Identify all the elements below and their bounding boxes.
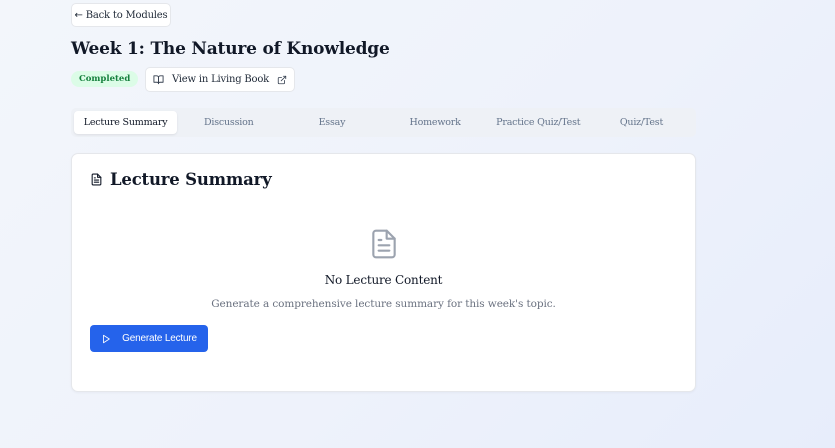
empty-state-description: Generate a comprehensive lecture summary… (211, 298, 556, 310)
book-open-icon (153, 75, 164, 85)
tab-quiz-test[interactable]: Quiz/Test (590, 111, 693, 134)
card-header: Lecture Summary (90, 170, 272, 189)
back-to-modules-button[interactable]: ← Back to Modules (71, 3, 171, 27)
arrow-left-icon: ← (74, 9, 83, 21)
page-title: Week 1: The Nature of Knowledge (71, 39, 390, 59)
view-in-living-book-button[interactable]: View in Living Book (145, 67, 295, 92)
generate-lecture-button[interactable]: Generate Lecture (90, 325, 208, 352)
empty-state-title: No Lecture Content (324, 273, 443, 287)
tab-discussion[interactable]: Discussion (177, 111, 280, 134)
external-link-icon (277, 75, 287, 84)
module-tabs: Lecture Summary Discussion Essay Homewor… (71, 108, 696, 137)
generate-lecture-label: Generate Lecture (122, 333, 197, 344)
file-text-icon (91, 173, 102, 186)
tab-essay[interactable]: Essay (280, 111, 383, 134)
lecture-summary-card: Lecture Summary No Lecture Content Gener… (71, 153, 696, 392)
living-book-label: View in Living Book (171, 74, 270, 85)
back-button-label: Back to Modules (85, 9, 168, 21)
tab-practice-quiz-test[interactable]: Practice Quiz/Test (487, 111, 590, 134)
empty-state-file-icon (372, 229, 396, 259)
tab-homework[interactable]: Homework (384, 111, 487, 134)
tab-lecture-summary[interactable]: Lecture Summary (74, 111, 178, 134)
status-badge: Completed (71, 71, 139, 87)
play-icon (103, 334, 110, 343)
card-title: Lecture Summary (110, 170, 272, 189)
